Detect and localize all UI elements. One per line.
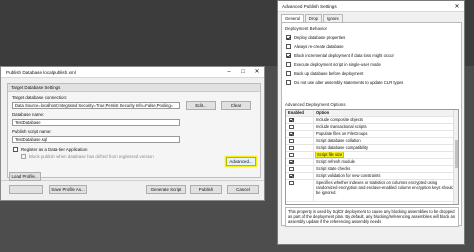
checkbox[interactable] (286, 80, 291, 85)
publish-script-name-label: Publish script name: (12, 129, 52, 134)
checkbox[interactable] (286, 62, 291, 67)
close-icon[interactable]: ✕ (250, 67, 264, 77)
row-label: Script database compatibility (316, 145, 369, 150)
tab-drop[interactable]: Drop (304, 14, 322, 22)
grid-row[interactable]: Script refresh module (286, 159, 458, 166)
generate-script-button[interactable]: Generate Script (146, 185, 186, 194)
grid-header: Enabled Option (286, 110, 458, 117)
row-label: Script refresh module (316, 159, 355, 164)
scrollbar-thumb[interactable] (455, 140, 458, 168)
option-label: Deploy database properties (294, 35, 346, 40)
database-name-label: Database name: (12, 112, 45, 117)
register-data-tier-checkbox[interactable] (13, 147, 18, 152)
row-label: Script state checks (316, 166, 351, 171)
row-label: Include composite objects (316, 117, 364, 122)
header-enabled: Enabled (286, 110, 314, 116)
grid-row-selected[interactable]: Script file size (286, 152, 458, 159)
grid-scrollbar[interactable] (453, 110, 458, 204)
checkbox[interactable] (289, 124, 294, 129)
row-label: Script validation for new constraints (316, 173, 381, 178)
tab-general[interactable]: General (281, 14, 304, 22)
grid-row[interactable]: Include composite objects (286, 117, 458, 124)
advanced-dialog-titlebar: Advanced Publish Settings ✕ (278, 1, 464, 12)
checkbox[interactable] (286, 35, 291, 40)
grid-row[interactable]: Script validation for new constraints (286, 173, 458, 180)
option-backup-before-deploy[interactable]: Back up database before deployment (286, 70, 363, 77)
option-description: This property is used by SqlClr deployme… (285, 207, 459, 227)
publish-button[interactable]: Publish (190, 185, 222, 194)
checkbox[interactable] (289, 117, 294, 122)
option-always-recreate[interactable]: Always re-create database (286, 43, 344, 50)
checkbox[interactable] (289, 173, 294, 178)
row-label: Script database collation (316, 138, 361, 143)
edit-connection-button[interactable]: Edit... (186, 101, 216, 110)
advanced-deployment-options-label: Advanced Deployment Options (285, 102, 346, 107)
advanced-publish-settings-dialog: Advanced Publish Settings ✕ General Drop… (277, 0, 465, 245)
option-single-user-mode[interactable]: Execute deployment script in single-user… (286, 61, 381, 68)
grid-row[interactable]: Script state checks (286, 166, 458, 173)
group-title: Target Database Settings (8, 84, 260, 92)
publish-script-name-field[interactable]: TestDatabase.sql (12, 136, 180, 143)
checkbox[interactable] (289, 159, 294, 164)
register-data-tier-label: Register as a Data-tier Application (21, 147, 88, 152)
grid-row[interactable]: Populate files on FileGroups (286, 131, 458, 138)
grid-row[interactable]: Script database compatibility (286, 145, 458, 152)
option-label: Execute deployment script in single-user… (294, 62, 381, 67)
load-profile-button[interactable]: Load Profile... (9, 172, 41, 181)
grid-row[interactable]: Specifies whether indexes or statistics … (286, 180, 458, 202)
target-connection-field[interactable]: Data Source=localhost;Integrated Securit… (12, 102, 180, 109)
option-label: Do not use alter assembly statements to … (294, 80, 404, 85)
checkbox[interactable] (289, 131, 294, 136)
grid-row[interactable]: Script database collation (286, 138, 458, 145)
row-label: Include transactional scripts (316, 124, 367, 129)
target-connection-label: Target database connection: (12, 95, 68, 100)
checkbox[interactable] (286, 44, 291, 49)
general-tab-panel: Deployment Behavior Deploy database prop… (281, 22, 462, 227)
checkbox[interactable] (289, 145, 294, 150)
row-label: Specifies whether indexes or statistics … (316, 180, 454, 195)
checkbox[interactable] (289, 138, 294, 143)
load-profile-button-secondary[interactable] (9, 185, 43, 194)
minimize-icon[interactable]: – (222, 67, 236, 77)
block-drift-checkbox[interactable] (21, 154, 26, 159)
checkbox[interactable] (286, 71, 291, 76)
option-deploy-db-properties[interactable]: Deploy database properties (286, 34, 345, 41)
publish-dialog-title: Publish Database localpublish.xml (6, 69, 76, 75)
save-profile-button[interactable]: Save Profile As... (49, 185, 87, 194)
settings-tabs: General Drop Ignore (281, 14, 344, 22)
row-label: Populate files on FileGroups (316, 131, 368, 136)
deployment-behavior-label: Deployment Behavior (285, 26, 327, 31)
publish-database-dialog: Publish Database localpublish.xml – □ ✕ … (0, 66, 265, 201)
maximize-icon[interactable]: □ (236, 67, 250, 77)
option-no-alter-assembly[interactable]: Do not use alter assembly statements to … (286, 79, 403, 86)
close-icon[interactable]: ✕ (450, 3, 464, 10)
advanced-options-grid: Enabled Option Include composite objects… (285, 109, 459, 205)
option-label: Back up database before deployment (294, 71, 364, 76)
row-label: Script file size (314, 152, 345, 158)
advanced-button[interactable]: Advanced... (226, 157, 256, 166)
checkbox[interactable] (289, 180, 294, 185)
checkbox[interactable] (289, 166, 294, 171)
clear-connection-button[interactable]: Clear (221, 101, 251, 110)
option-label: Block incremental deployment if data los… (294, 53, 394, 58)
header-option: Option (316, 110, 330, 115)
checkbox[interactable] (289, 152, 294, 157)
target-database-settings-group: Target Database Settings Target database… (7, 83, 261, 178)
advanced-dialog-title: Advanced Publish Settings (282, 3, 337, 9)
cancel-button[interactable]: Cancel (227, 185, 259, 194)
database-name-field[interactable]: TestDatabase (12, 119, 180, 126)
option-label: Always re-create database (294, 44, 344, 49)
option-block-data-loss[interactable]: Block incremental deployment if data los… (286, 52, 394, 59)
grid-row[interactable]: Include transactional scripts (286, 124, 458, 131)
checkbox[interactable] (286, 53, 291, 58)
publish-dialog-titlebar: Publish Database localpublish.xml – □ ✕ (1, 67, 264, 78)
block-drift-label: Block publish when database has drifted … (29, 154, 154, 159)
tab-ignore[interactable]: Ignore (322, 14, 343, 22)
